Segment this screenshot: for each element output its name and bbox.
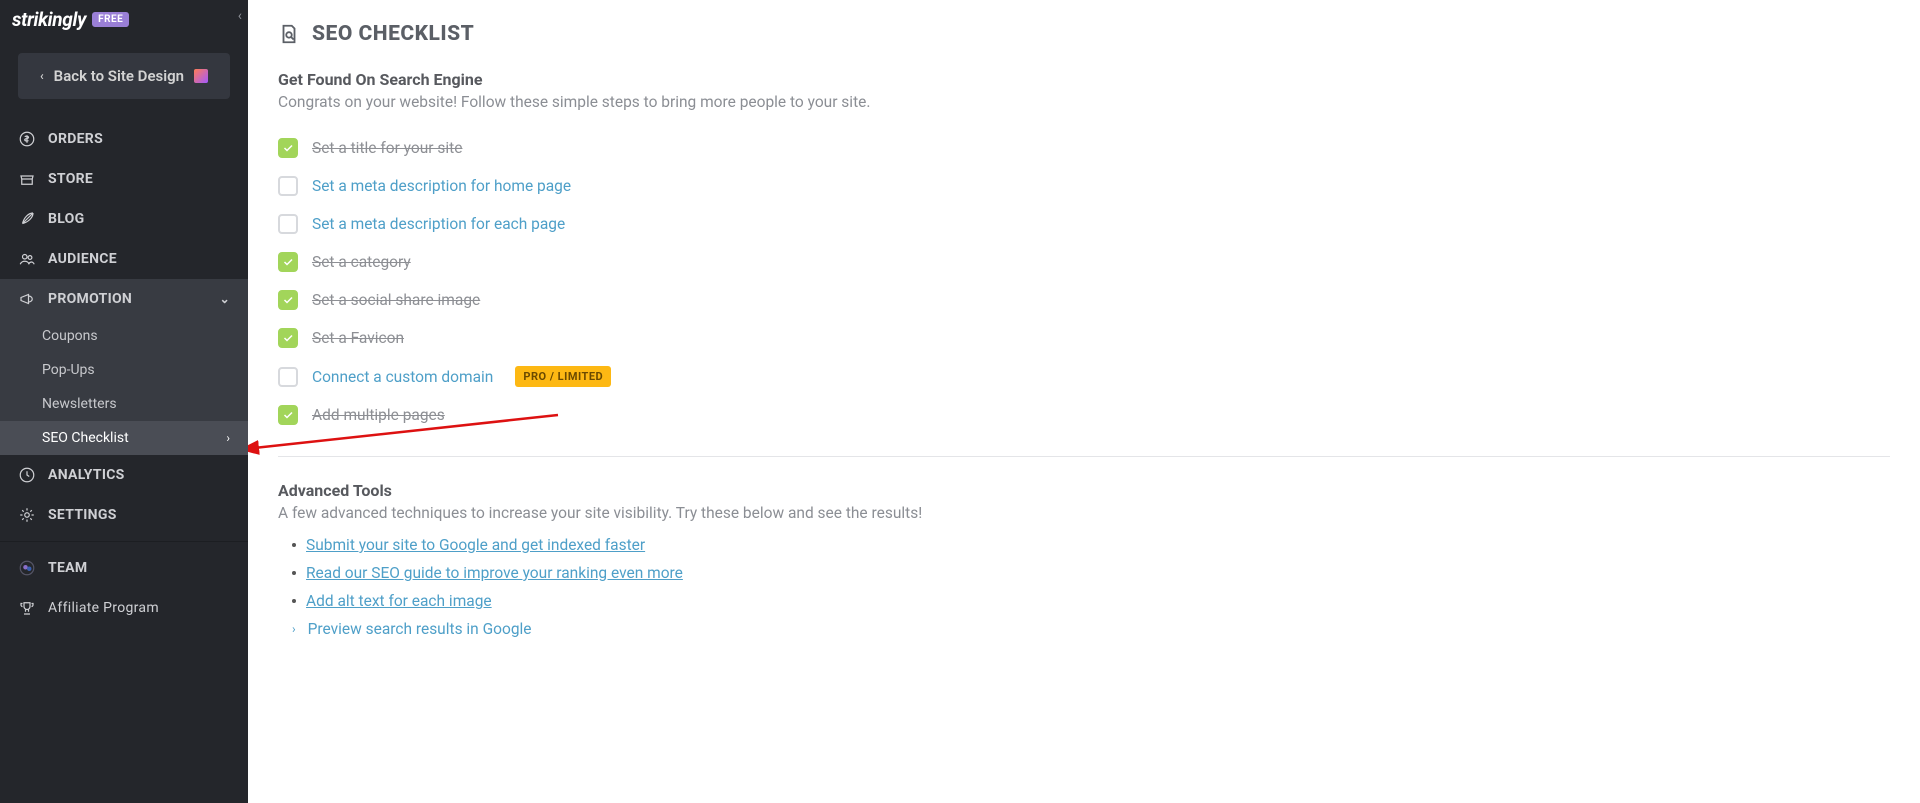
- check-label: Connect a custom domain: [312, 368, 493, 386]
- checkbox-checked[interactable]: [278, 138, 298, 158]
- trophy-icon: [18, 599, 36, 617]
- bullet-icon: [292, 571, 296, 575]
- adv-item-preview[interactable]: › Preview search results in Google: [292, 620, 1890, 638]
- nav-item-orders[interactable]: ORDERS: [0, 119, 248, 159]
- section-heading: Get Found On Search Engine: [278, 70, 1890, 89]
- chevron-right-icon: ›: [292, 622, 296, 636]
- back-to-site-design-button[interactable]: ‹ Back to Site Design: [18, 53, 230, 99]
- bullet-icon: [292, 599, 296, 603]
- sidebar-nav: ORDERS STORE BLOG AUDIENCE PROMOTION ⌄ Co…: [0, 119, 248, 628]
- nav-label: BLOG: [48, 211, 84, 227]
- nav-label: STORE: [48, 171, 93, 187]
- document-search-icon: [278, 23, 300, 45]
- nav-item-store[interactable]: STORE: [0, 159, 248, 199]
- advanced-tools-list: Submit your site to Google and get index…: [278, 536, 1890, 638]
- pro-limited-badge: PRO / LIMITED: [515, 366, 611, 387]
- sub-item-seo-checklist[interactable]: SEO Checklist ›: [0, 421, 248, 455]
- page-title-text: SEO CHECKLIST: [312, 22, 474, 46]
- nav-item-promotion[interactable]: PROMOTION ⌄: [0, 279, 248, 319]
- checklist-item[interactable]: Set a title for your site: [278, 129, 1890, 167]
- sub-item-newsletters[interactable]: Newsletters: [0, 387, 248, 421]
- bullet-icon: [292, 543, 296, 547]
- adv-link[interactable]: Add alt text for each image: [306, 592, 492, 610]
- sub-item-coupons[interactable]: Coupons: [0, 319, 248, 353]
- sidebar: strikingly FREE ‹ ‹ Back to Site Design …: [0, 0, 248, 803]
- checklist-item[interactable]: Connect a custom domain PRO / LIMITED: [278, 357, 1890, 396]
- checkbox-checked[interactable]: [278, 290, 298, 310]
- checklist-item[interactable]: Set a category: [278, 243, 1890, 281]
- check-label: Set a title for your site: [312, 139, 462, 157]
- check-label: Set a category: [312, 253, 411, 271]
- adv-link[interactable]: Submit your site to Google and get index…: [306, 536, 645, 554]
- divider: [0, 541, 248, 542]
- adv-item[interactable]: Submit your site to Google and get index…: [292, 536, 1890, 554]
- check-label: Set a Favicon: [312, 329, 404, 347]
- nav-item-affiliate[interactable]: Affiliate Program: [0, 588, 248, 628]
- nav-label: PROMOTION: [48, 291, 132, 307]
- nav-item-audience[interactable]: AUDIENCE: [0, 239, 248, 279]
- adv-link[interactable]: Preview search results in Google: [308, 620, 532, 638]
- chevron-right-icon: ›: [226, 431, 230, 445]
- check-label: Set a meta description for each page: [312, 215, 565, 233]
- team-avatar-icon: [18, 559, 36, 577]
- gear-icon: [18, 506, 36, 524]
- check-label: Set a meta description for home page: [312, 177, 571, 195]
- sub-item-label: SEO Checklist: [42, 430, 129, 446]
- dollar-icon: [18, 130, 36, 148]
- annotation-arrow: [248, 412, 568, 472]
- checklist: Set a title for your site Set a meta des…: [278, 129, 1890, 434]
- site-design-icon: [194, 69, 208, 83]
- adv-link[interactable]: Read our SEO guide to improve your ranki…: [306, 564, 683, 582]
- sidebar-header: strikingly FREE ‹: [0, 0, 248, 39]
- main-content: SEO CHECKLIST Get Found On Search Engine…: [248, 0, 1920, 803]
- nav-label: TEAM: [48, 560, 87, 576]
- adv-item[interactable]: Add alt text for each image: [292, 592, 1890, 610]
- chevron-down-icon: ⌄: [220, 292, 230, 306]
- checklist-item[interactable]: Set a meta description for each page: [278, 205, 1890, 243]
- sub-item-popups[interactable]: Pop-Ups: [0, 353, 248, 387]
- nav-item-team[interactable]: TEAM: [0, 548, 248, 588]
- page-title: SEO CHECKLIST: [278, 22, 1890, 46]
- promotion-submenu: Coupons Pop-Ups Newsletters SEO Checklis…: [0, 319, 248, 455]
- store-icon: [18, 170, 36, 188]
- chevron-left-icon: ‹: [40, 69, 44, 83]
- plan-badge: FREE: [92, 12, 129, 27]
- checklist-item[interactable]: Set a meta description for home page: [278, 167, 1890, 205]
- megaphone-icon: [18, 290, 36, 308]
- checkbox-unchecked[interactable]: [278, 176, 298, 196]
- adv-item[interactable]: Read our SEO guide to improve your ranki…: [292, 564, 1890, 582]
- nav-item-analytics[interactable]: ANALYTICS: [0, 455, 248, 495]
- section-heading: Advanced Tools: [278, 481, 1890, 500]
- people-icon: [18, 250, 36, 268]
- nav-label: ANALYTICS: [48, 467, 125, 483]
- nav-item-settings[interactable]: SETTINGS: [0, 495, 248, 535]
- collapse-sidebar-icon[interactable]: ‹: [238, 8, 242, 24]
- feather-icon: [18, 210, 36, 228]
- checklist-item[interactable]: Set a Favicon: [278, 319, 1890, 357]
- checkbox-unchecked[interactable]: [278, 367, 298, 387]
- clock-icon: [18, 466, 36, 484]
- nav-label: Affiliate Program: [48, 600, 159, 616]
- section-subtext: Congrats on your website! Follow these s…: [278, 93, 1890, 111]
- checklist-item[interactable]: Set a social share image: [278, 281, 1890, 319]
- checkbox-unchecked[interactable]: [278, 214, 298, 234]
- nav-item-blog[interactable]: BLOG: [0, 199, 248, 239]
- nav-label: SETTINGS: [48, 507, 117, 523]
- checkbox-checked[interactable]: [278, 252, 298, 272]
- back-button-label: Back to Site Design: [54, 67, 184, 85]
- brand-logo: strikingly: [12, 8, 86, 31]
- checkbox-checked[interactable]: [278, 328, 298, 348]
- nav-label: ORDERS: [48, 131, 103, 147]
- nav-label: AUDIENCE: [48, 251, 117, 267]
- check-label: Set a social share image: [312, 291, 480, 309]
- section-subtext: A few advanced techniques to increase yo…: [278, 504, 1890, 522]
